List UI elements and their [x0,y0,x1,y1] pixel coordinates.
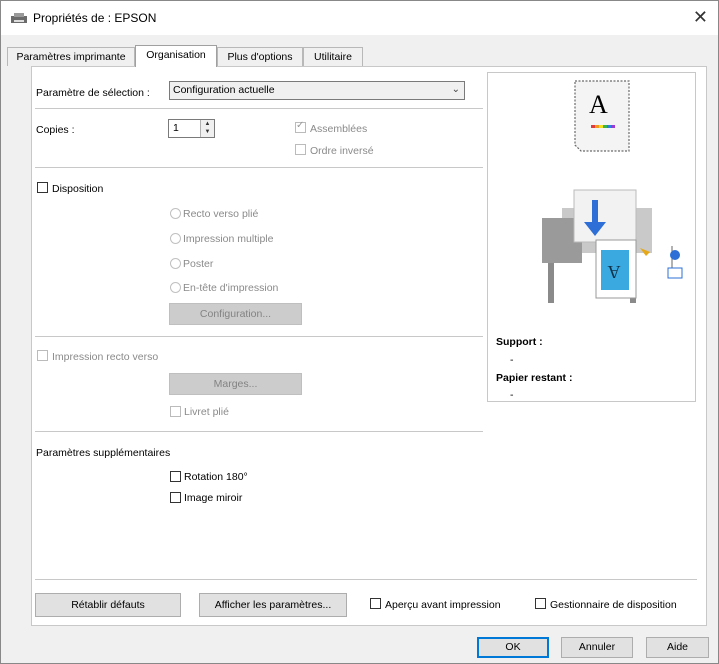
mirror-checkbox[interactable] [170,492,181,503]
additional-settings-label: Paramètres supplémentaires [36,447,171,459]
paper-remaining-value: - [510,389,514,401]
chevron-down-icon: ⌄ [451,84,460,95]
collate-checkbox[interactable]: ✓ [295,120,306,133]
copies-value: 1 [173,122,179,134]
window-title: Propriétés de : EPSON [33,11,157,25]
mirror-label: Image miroir [184,492,243,504]
reverse-order-label: Ordre inversé [310,145,374,157]
restore-defaults-button[interactable]: Rétablir défauts [35,593,181,617]
printer-illustration-icon: A [542,189,683,303]
tab-more-options[interactable]: Plus d'options [217,47,303,66]
page-letter: A [589,90,608,119]
cancel-button[interactable]: Annuler [561,637,633,658]
printer-icon [11,13,27,23]
collate-label: Assemblées [310,123,368,135]
booklet-checkbox[interactable] [170,406,181,417]
radio-header-print[interactable] [170,282,181,293]
paper-remaining-label: Papier restant : [496,372,573,384]
tab-organisation[interactable]: Organisation [135,45,217,67]
selection-dropdown[interactable]: Configuration actuelle ⌄ [169,81,465,100]
reverse-order-checkbox[interactable] [295,144,306,155]
option-header-print: En-tête d'impression [183,282,279,294]
layout-checkbox[interactable] [37,182,48,193]
tab-printer-settings[interactable]: Paramètres imprimante [7,47,135,66]
divider [35,167,483,168]
print-preview-label: Aperçu avant impression [385,599,501,611]
duplex-label: Impression recto verso [52,351,159,363]
close-icon[interactable]: ✕ [693,7,708,28]
radio-multiple-pages[interactable] [170,233,181,244]
layout-manager-label: Gestionnaire de disposition [550,599,677,611]
check-icon: ✓ [296,120,305,131]
rotate-label: Rotation 180° [184,471,248,483]
support-value: - [510,354,514,366]
radio-poster[interactable] [170,258,181,269]
layout-manager-checkbox[interactable] [535,598,546,609]
ok-button[interactable]: OK [477,637,549,658]
print-preview-checkbox[interactable] [370,598,381,609]
divider [35,336,483,337]
title-bar: Propriétés de : EPSON ✕ [1,1,718,35]
duplex-checkbox[interactable] [37,350,48,361]
layout-label: Disposition [52,183,104,195]
option-folded-duplex: Recto verso plié [183,208,259,220]
show-settings-button[interactable]: Afficher les paramètres... [199,593,347,617]
option-multiple-pages: Impression multiple [183,233,274,245]
margins-button[interactable]: Marges... [169,373,302,395]
stepper-arrows-icon[interactable]: ▲ ▼ [200,120,214,137]
copies-stepper[interactable]: 1 ▲ ▼ [168,119,215,138]
properties-window: Propriétés de : EPSON ✕ Paramètres impri… [0,0,719,664]
booklet-label: Livret plié [184,406,229,418]
divider [35,579,697,580]
svg-text:A: A [608,262,621,282]
radio-folded-duplex[interactable] [170,208,181,219]
selection-label: Paramètre de sélection : [36,87,150,99]
configuration-button[interactable]: Configuration... [169,303,302,325]
rotate-checkbox[interactable] [170,471,181,482]
option-poster: Poster [183,258,214,270]
divider [35,431,483,432]
help-button[interactable]: Aide [646,637,709,658]
preview-panel: A A Support : - Papier restant : - [487,72,696,402]
divider [35,108,483,109]
tab-utility[interactable]: Utilitaire [303,47,363,66]
selection-value: Configuration actuelle [173,84,275,96]
copies-label: Copies : [36,124,75,136]
support-label: Support : [496,336,543,348]
